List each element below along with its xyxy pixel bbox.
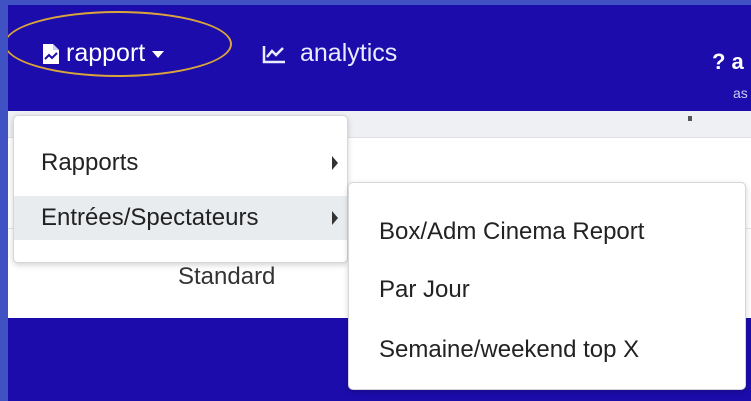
top-navbar: rapport analytics ? a as bbox=[8, 5, 751, 111]
file-chart-icon bbox=[42, 43, 60, 65]
menu-item-label: Rapports bbox=[41, 149, 139, 176]
rapport-dropdown-menu: Rapports Entrées/Spectateurs bbox=[13, 115, 348, 263]
app-window: rapport analytics ? a as Standard Rappor… bbox=[8, 5, 751, 401]
menu-item-rapports[interactable]: Rapports bbox=[14, 141, 347, 185]
caret-down-icon bbox=[152, 51, 165, 58]
caret-right-icon bbox=[332, 211, 338, 225]
nav-rapport-label: rapport bbox=[66, 39, 146, 67]
nav-rapport-dropdown[interactable]: rapport bbox=[42, 39, 165, 68]
submenu-item-box-adm-cinema-report[interactable]: Box/Adm Cinema Report bbox=[379, 218, 644, 246]
caret-right-icon bbox=[332, 156, 338, 170]
header-mark bbox=[688, 116, 692, 121]
entrees-submenu: Box/Adm Cinema Report Par Jour Semaine/w… bbox=[348, 182, 746, 390]
menu-item-label: Entrées/Spectateurs bbox=[41, 204, 259, 231]
menu-item-entrees-spectateurs[interactable]: Entrées/Spectateurs bbox=[14, 196, 347, 240]
nav-analytics[interactable]: analytics bbox=[262, 39, 397, 68]
submenu-item-semaine-weekend-top-x[interactable]: Semaine/weekend top X bbox=[379, 336, 639, 364]
help-sublabel: as bbox=[733, 85, 748, 101]
submenu-item-par-jour[interactable]: Par Jour bbox=[379, 276, 470, 304]
standard-label: Standard bbox=[178, 263, 276, 290]
line-chart-icon bbox=[262, 44, 286, 64]
help-link[interactable]: ? a bbox=[712, 49, 744, 75]
help-label: ? a bbox=[712, 49, 744, 74]
nav-analytics-label: analytics bbox=[300, 39, 398, 67]
